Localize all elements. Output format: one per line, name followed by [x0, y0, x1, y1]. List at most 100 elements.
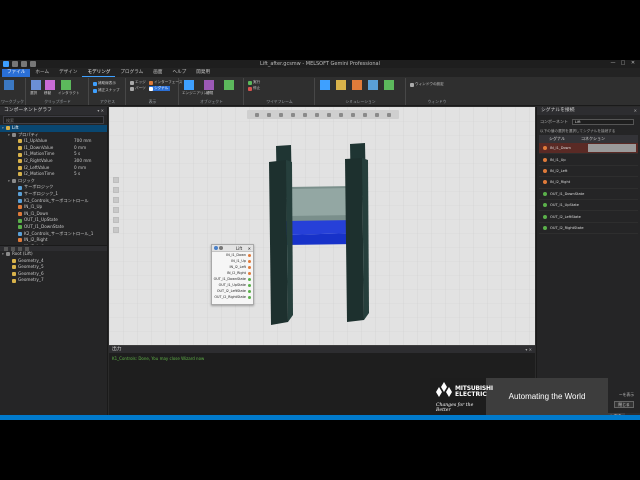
interface-button[interactable]: インターフェース	[149, 80, 182, 85]
select-button[interactable]: 選択	[30, 91, 37, 96]
tree-row[interactable]: OUT_I1_DownState	[0, 224, 107, 231]
tree-row[interactable]: I1_DownValue 0 mm	[0, 145, 107, 152]
tree-row[interactable]: I2_RightValue 300 mm	[0, 158, 107, 165]
minimize-button[interactable]: —	[608, 60, 618, 66]
new-part-icon[interactable]	[204, 80, 214, 90]
panel-pin-icon[interactable]: ▾ ✕	[97, 107, 104, 115]
object-icon[interactable]	[224, 80, 234, 90]
geometry-row[interactable]: Geometry_5	[0, 264, 107, 271]
signal-port-icon[interactable]	[248, 295, 251, 299]
side-tool-icon-1[interactable]	[113, 177, 119, 183]
signal-port-icon[interactable]	[248, 283, 251, 287]
tree-row[interactable]: K2_Controls_サーボコントロール_1	[0, 231, 107, 238]
signal-port-icon[interactable]	[248, 253, 251, 257]
signal-table-row[interactable]: OUT_I1_UpState	[539, 200, 638, 212]
side-tool-icon-2[interactable]	[113, 187, 119, 193]
view-icon-8[interactable]	[339, 112, 343, 117]
view-icon-10[interactable]	[363, 112, 367, 117]
engineering-icon[interactable]	[184, 80, 194, 90]
interact-icon[interactable]	[61, 80, 71, 90]
menu-file[interactable]: ファイル	[2, 68, 31, 77]
tree-row[interactable]: I1_UpValue 700 mm	[0, 138, 107, 145]
tree-row[interactable]: I1_MotionTime 5 s	[0, 151, 107, 158]
popup-close-icon[interactable]: ✕	[248, 246, 251, 251]
signal-button[interactable]: シグナル	[149, 86, 171, 91]
move-button[interactable]: 移動	[44, 91, 51, 96]
view-icon-11[interactable]	[375, 112, 379, 117]
menu-screen[interactable]: 画面	[148, 69, 167, 77]
signal-port-icon[interactable]	[248, 265, 251, 269]
tree-row[interactable]: OUT_I1_UpState	[0, 217, 107, 224]
window-settings-button[interactable]: ウィンドウの設定	[410, 82, 444, 87]
output-close-icon[interactable]: ▾ ✕	[525, 346, 532, 353]
right-panel-close-icon[interactable]: ✕	[634, 107, 637, 115]
edge-button[interactable]: エッジ	[130, 80, 146, 85]
workbook-icon[interactable]	[4, 80, 14, 90]
tree-row[interactable]: K1_Controls_サーボコントロール	[0, 198, 107, 205]
signal-table-row[interactable]: OUT_I2_LeftState	[539, 211, 638, 223]
side-tool-icon-5[interactable]	[113, 217, 119, 223]
side-tool-icon-4[interactable]	[113, 207, 119, 213]
play-icon[interactable]	[320, 80, 330, 90]
snap-checkbox[interactable]: 補正スナップ	[93, 88, 120, 93]
menu-modeling[interactable]: モデリング	[82, 69, 116, 77]
side-tool-icon-3[interactable]	[113, 197, 119, 203]
tree-row[interactable]: ▾ Lift	[0, 125, 107, 132]
menu-design[interactable]: デザイン	[54, 69, 82, 77]
run-button[interactable]: 実行	[248, 80, 260, 85]
settings-icon[interactable]	[368, 80, 378, 90]
new-part-button[interactable]: 新規	[206, 91, 213, 96]
tree-row[interactable]: IN_I2_Right	[0, 237, 107, 244]
parts-button[interactable]: パーツ	[130, 86, 146, 91]
signal-table-row[interactable]: IN_I1_Up	[539, 154, 638, 166]
tree-row[interactable]: サーボロジック	[0, 184, 107, 191]
geometry-row[interactable]: ▾ Root (Lift)	[0, 251, 107, 258]
view-icon-2[interactable]	[267, 112, 271, 117]
geometry-row[interactable]: Geometry_4	[0, 258, 107, 265]
view-icon-3[interactable]	[279, 112, 283, 117]
signal-port-icon[interactable]	[248, 259, 251, 263]
robot-icon[interactable]	[352, 80, 362, 90]
tree-row[interactable]: サーボロジック_1	[0, 191, 107, 198]
select-icon[interactable]	[31, 80, 41, 90]
signal-table-row[interactable]: IN_I1_Down	[539, 143, 638, 155]
signal-port-icon[interactable]	[248, 277, 251, 281]
signal-popup-row[interactable]: OUT_I2_RightState	[212, 294, 253, 300]
close-button[interactable]: ✕	[628, 60, 638, 66]
component-select[interactable]: Lift	[572, 118, 634, 125]
show-checkbox[interactable]: ーを表示	[619, 392, 634, 398]
tools-icon[interactable]	[336, 80, 346, 90]
menu-home[interactable]: ホーム	[30, 69, 54, 77]
grid-checkbox[interactable]: 補助線表示	[93, 81, 116, 86]
view-icon-12[interactable]	[387, 112, 391, 117]
view-icon-9[interactable]	[351, 112, 355, 117]
move-icon[interactable]	[45, 80, 55, 90]
geometry-row[interactable]: Geometry_7	[0, 277, 107, 284]
menu-help[interactable]: ヘルプ	[167, 69, 191, 77]
wizard-icon[interactable]	[384, 80, 394, 90]
signal-port-icon[interactable]	[248, 289, 251, 293]
tree-row[interactable]: IN_I2_Left	[0, 244, 107, 245]
close-dialog-button[interactable]: 閉じる	[614, 401, 634, 408]
stop-button[interactable]: 停止	[248, 86, 260, 91]
tree-row[interactable]: ▾ プロパティ	[0, 132, 107, 139]
signal-table-row[interactable]: IN_I2_Left	[539, 166, 638, 178]
tree-row[interactable]: IN_I1_Down	[0, 211, 107, 218]
view-icon-4[interactable]	[291, 112, 295, 117]
tree-row[interactable]: I2_LeftValue 0 mm	[0, 165, 107, 172]
maximize-button[interactable]: □	[618, 60, 628, 66]
menu-dev[interactable]: 開発用	[191, 69, 215, 77]
tree-row[interactable]: IN_I1_Up	[0, 204, 107, 211]
view-icon-7[interactable]	[327, 112, 331, 117]
interact-button[interactable]: インタラクト	[58, 91, 80, 96]
view-icon-5[interactable]	[303, 112, 307, 117]
view-icon-1[interactable]	[255, 112, 259, 117]
component-search[interactable]	[3, 116, 104, 124]
menu-program[interactable]: プログラム	[115, 69, 148, 77]
signal-table-row[interactable]: OUT_I2_RightState	[539, 223, 638, 235]
tree-row[interactable]: I2_MotionTime 5 s	[0, 171, 107, 178]
signal-table-row[interactable]: OUT_I1_DownState	[539, 189, 638, 200]
component-search-input[interactable]	[6, 117, 86, 123]
tree-row[interactable]: ▾ ロジック	[0, 178, 107, 185]
signal-table-row[interactable]: IN_I2_Right	[539, 177, 638, 189]
